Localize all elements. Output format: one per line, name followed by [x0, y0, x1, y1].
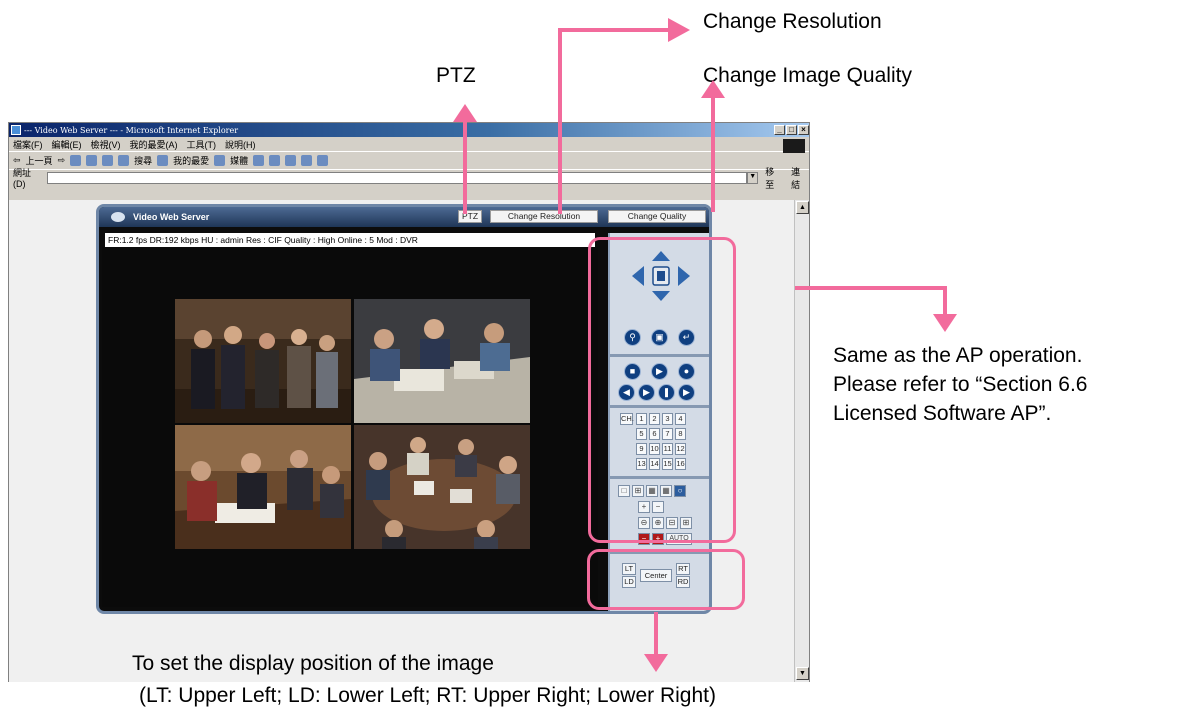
maximize-button[interactable]: □	[786, 125, 797, 135]
resolution-arrow-vertical	[558, 28, 562, 214]
edit-icon[interactable]	[301, 155, 313, 166]
go-button[interactable]: 移至	[765, 165, 783, 191]
refresh-icon[interactable]	[86, 155, 98, 166]
resolution-arrow-horizontal	[558, 28, 668, 32]
address-label: 網址(D)	[13, 168, 32, 189]
forward-arrow-icon[interactable]: ⇨	[58, 155, 66, 166]
history-icon[interactable]	[253, 155, 265, 166]
search-button[interactable]: 搜尋	[134, 154, 152, 167]
address-dropdown-icon[interactable]: ▼	[747, 171, 759, 184]
discuss-icon[interactable]	[317, 155, 329, 166]
change-resolution-button[interactable]: Change Resolution	[490, 210, 598, 223]
change-image-quality-callout: Change Image Quality	[703, 64, 912, 87]
camera-view-4[interactable]	[354, 425, 530, 549]
back-arrow-icon[interactable]: ⇦	[13, 155, 21, 166]
scroll-up-icon[interactable]: ▲	[796, 201, 809, 214]
position-buttons-highlight	[587, 549, 745, 610]
camera-view-2[interactable]	[354, 299, 530, 423]
menu-file[interactable]: 檔案(F)	[13, 138, 43, 151]
quality-arrow	[711, 96, 715, 212]
control-panel-highlight	[588, 237, 736, 543]
favorites-icon[interactable]	[157, 155, 169, 166]
browser-titlebar: --- Video Web Server --- - Microsoft Int…	[9, 123, 809, 137]
ptz-arrow-head-icon	[453, 104, 477, 122]
close-button[interactable]: ×	[798, 125, 809, 135]
favorites-button[interactable]: 我的最愛	[173, 154, 209, 167]
ie-app-icon	[11, 125, 21, 135]
print-icon[interactable]	[285, 155, 297, 166]
windows-logo-icon	[783, 139, 805, 153]
menu-bar: 檔案(F) 編輯(E) 檢視(V) 我的最愛(A) 工具(T) 說明(H)	[9, 137, 809, 151]
ap-arrow-vertical	[943, 286, 947, 316]
position-arrow-head-icon	[644, 654, 668, 672]
vertical-scrollbar[interactable]: ▲ ▼	[794, 200, 809, 682]
window-title: --- Video Web Server --- - Microsoft Int…	[24, 125, 239, 135]
menu-help[interactable]: 說明(H)	[225, 138, 256, 151]
status-bar: FR:1.2 fps DR:192 kbps HU : admin Res : …	[105, 233, 595, 247]
address-input[interactable]: ▼	[47, 171, 759, 184]
links-button[interactable]: 連結	[791, 165, 809, 191]
mail-icon[interactable]	[269, 155, 281, 166]
menu-edit[interactable]: 編輯(E)	[52, 138, 82, 151]
ap-arrow-head-icon	[933, 314, 957, 332]
video-display[interactable]	[102, 247, 598, 607]
scroll-down-icon[interactable]: ▼	[796, 667, 809, 680]
position-note-line-2: (LT: Upper Left; LD: Lower Left; RT: Upp…	[139, 684, 716, 707]
app-title: Video Web Server	[133, 212, 210, 222]
ptz-button[interactable]: PTZ	[458, 210, 482, 223]
resolution-arrow-head-icon	[668, 18, 690, 42]
address-bar: 網址(D) ▼ 移至 連結	[9, 167, 809, 190]
ptz-arrow	[463, 120, 467, 214]
minimize-button[interactable]: _	[774, 125, 785, 135]
media-button[interactable]: 媒體	[230, 154, 248, 167]
ap-note-line-2: Please refer to “Section 6.6	[833, 373, 1088, 396]
stop-icon[interactable]	[70, 155, 82, 166]
menu-tools[interactable]: 工具(T)	[187, 138, 217, 151]
quality-arrow-head-icon	[701, 80, 725, 98]
server-logo-icon	[111, 212, 125, 222]
ptz-callout: PTZ	[436, 64, 476, 87]
media-icon[interactable]	[214, 155, 226, 166]
ap-note-line-1: Same as the AP operation.	[833, 344, 1083, 367]
camera-view-1[interactable]	[175, 299, 351, 423]
ap-note-line-3: Licensed Software AP”.	[833, 402, 1052, 425]
position-arrow	[654, 612, 658, 656]
home-icon[interactable]	[102, 155, 114, 166]
browser-toolbar: ⇦ 上一頁 ⇨ 搜尋 我的最愛 媒體	[9, 151, 809, 169]
ap-arrow-horizontal	[795, 286, 947, 290]
camera-view-3[interactable]	[175, 425, 351, 549]
change-quality-button[interactable]: Change Quality	[608, 210, 706, 223]
position-note-line-1: To set the display position of the image	[132, 652, 494, 675]
change-resolution-callout: Change Resolution	[703, 10, 882, 33]
menu-favorites[interactable]: 我的最愛(A)	[130, 138, 178, 151]
ap-operation-note: Same as the AP operation. Please refer t…	[833, 341, 1087, 428]
search-icon[interactable]	[118, 155, 130, 166]
menu-view[interactable]: 檢視(V)	[91, 138, 121, 151]
